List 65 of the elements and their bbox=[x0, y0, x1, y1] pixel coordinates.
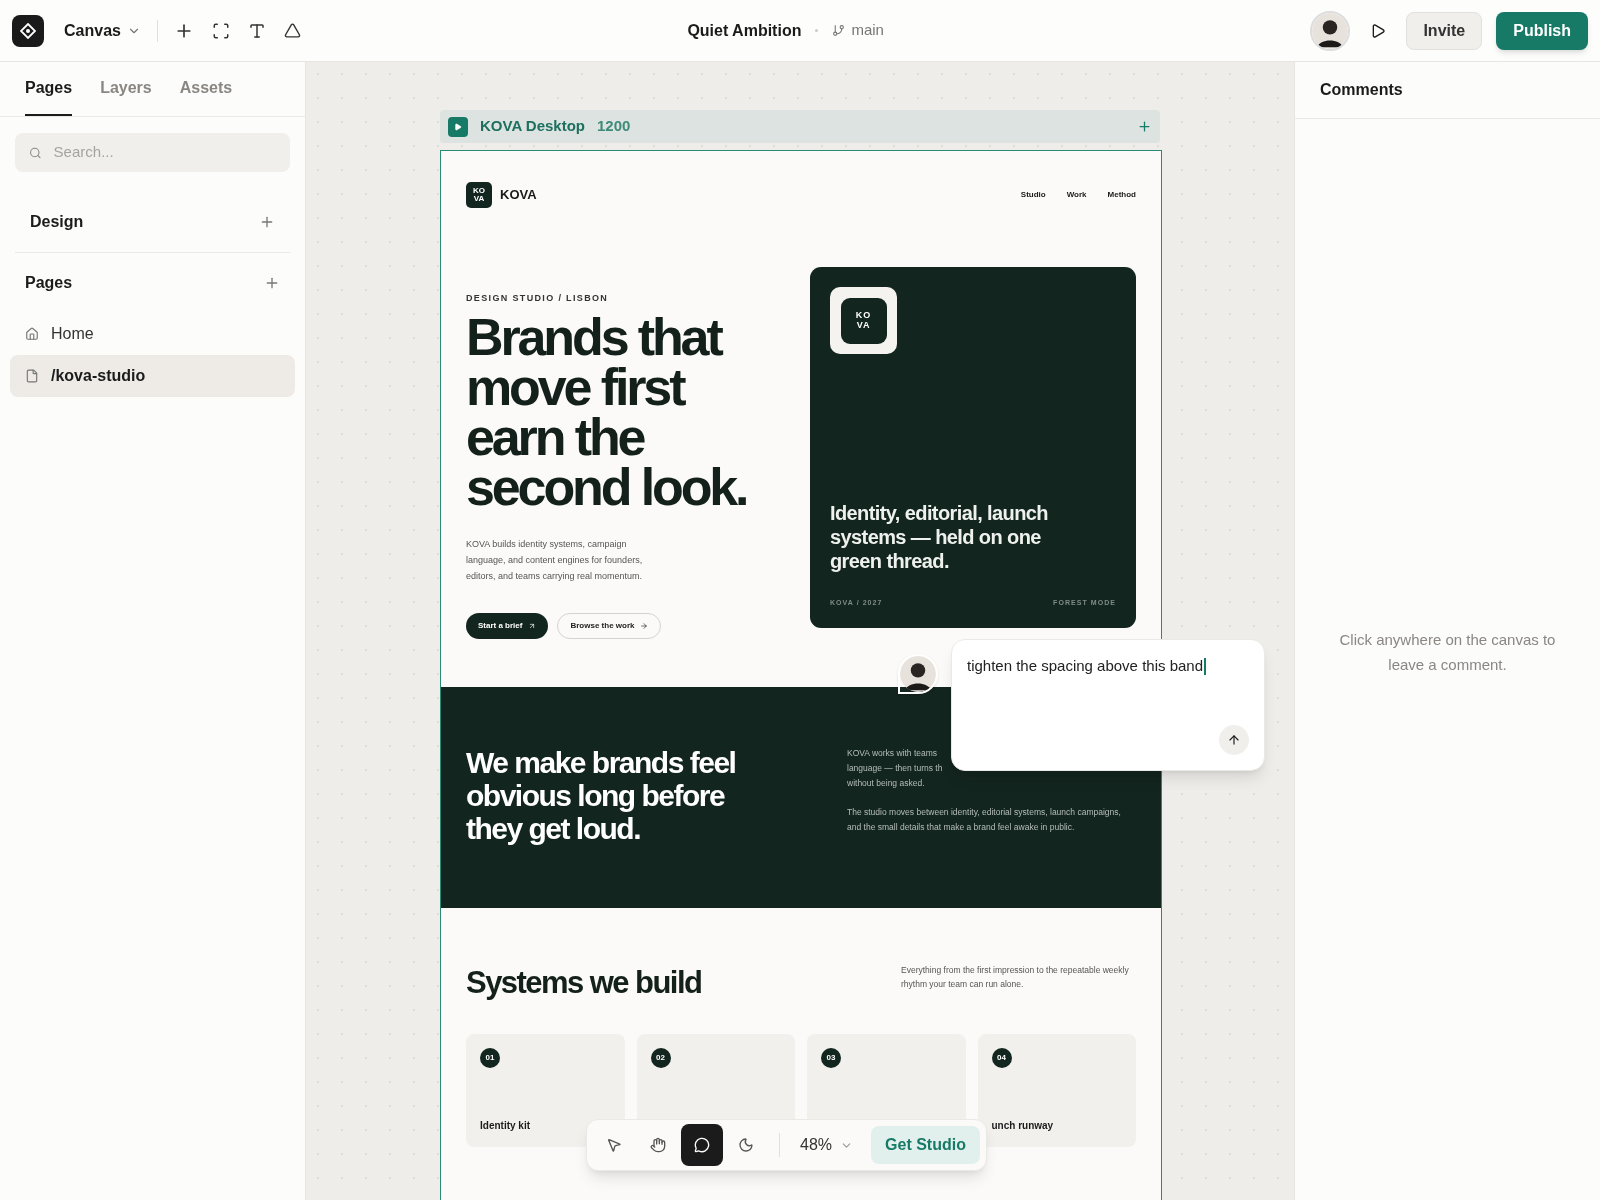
hand-icon bbox=[650, 1137, 666, 1153]
feature-text: Identity, editorial, launch systems — held on one green thread. bbox=[830, 500, 1049, 573]
search-icon bbox=[29, 145, 42, 160]
nav-link[interactable]: Method bbox=[1107, 189, 1136, 201]
section-title: Design bbox=[30, 212, 84, 232]
frame-width: 1200 bbox=[597, 116, 631, 137]
section-note: Everything from the first impression to the repeatable weekly rhythm your team can run alone. bbox=[901, 963, 1130, 991]
arrow-up-icon bbox=[1227, 733, 1241, 747]
play-icon bbox=[448, 116, 468, 137]
logo-mark: KO VA bbox=[466, 182, 492, 208]
home-icon bbox=[25, 327, 39, 341]
number-badge: 04 bbox=[991, 1048, 1012, 1068]
section-title: Pages bbox=[25, 273, 73, 293]
frame-label-bar[interactable]: KOVA Desktop 1200 bbox=[440, 110, 1160, 143]
band-heading: We make brands feel obvious long before they get loud. bbox=[466, 745, 737, 847]
send-button[interactable] bbox=[1219, 725, 1249, 755]
invite-button[interactable]: Invite bbox=[1406, 11, 1483, 50]
frame-icon[interactable] bbox=[211, 21, 230, 40]
app-logo-icon[interactable] bbox=[12, 14, 44, 47]
intro-text: KOVA builds identity systems, campaign language, and content engines for founders, editors, and teams carrying real momentum. bbox=[466, 537, 644, 583]
document-title: Quiet Ambition bbox=[687, 20, 802, 41]
empty-state-text: Click anywhere on the canvas to leave a comment. bbox=[1338, 630, 1557, 675]
nav-link[interactable]: Work bbox=[1066, 189, 1087, 201]
pointer-icon bbox=[606, 1137, 622, 1153]
number-badge: 01 bbox=[480, 1048, 500, 1068]
band-text: without being asked. bbox=[847, 776, 925, 790]
eyebrow: DESIGN STUDIO / LISBON bbox=[466, 292, 610, 305]
band-text: language — then turns th bbox=[847, 761, 943, 775]
nav-link[interactable]: Studio bbox=[1020, 189, 1046, 201]
file-icon bbox=[25, 369, 39, 383]
branch-icon bbox=[832, 24, 846, 37]
sidebar-tab[interactable]: Pages bbox=[25, 62, 73, 116]
search-field[interactable]: Search... bbox=[15, 133, 290, 172]
comment-input[interactable]: tighten the spacing above this band bbox=[967, 655, 1249, 678]
zoom-menu[interactable]: 48% bbox=[792, 1133, 862, 1157]
band-paragraph: The studio moves between identity, editorial systems, launch campaigns, and the small details that make a brand feel awake in public. bbox=[847, 805, 1122, 834]
publish-button[interactable]: Publish bbox=[1496, 11, 1588, 50]
primary-button[interactable]: Start a brief bbox=[466, 612, 549, 639]
number-badge: 02 bbox=[650, 1048, 671, 1068]
arrow-icon bbox=[528, 621, 537, 630]
branch-label[interactable]: main bbox=[832, 19, 884, 42]
moon-icon bbox=[738, 1137, 754, 1153]
logo-mark: KO VA bbox=[840, 297, 887, 344]
brand-name: KOVA bbox=[500, 186, 537, 205]
panel-title: Comments bbox=[1320, 80, 1403, 100]
text-icon[interactable] bbox=[247, 21, 266, 40]
comment-tool[interactable] bbox=[681, 1124, 723, 1166]
hero-heading: Brands that move first earn the second look. bbox=[466, 311, 748, 512]
page-item[interactable]: Home bbox=[10, 313, 295, 355]
arrow-icon bbox=[640, 621, 649, 630]
play-icon[interactable] bbox=[1370, 22, 1387, 39]
card-title: unch runway bbox=[991, 1119, 1054, 1133]
app-menu[interactable]: Canvas bbox=[64, 18, 141, 43]
section-heading: Systems we build bbox=[466, 963, 702, 1002]
card-title: Identity kit bbox=[480, 1119, 530, 1133]
comment-icon bbox=[694, 1137, 710, 1153]
shape-icon[interactable] bbox=[283, 22, 301, 39]
get-studio-button[interactable]: Get Studio bbox=[871, 1126, 980, 1164]
page-item[interactable]: /kova-studio bbox=[10, 355, 295, 397]
add-icon[interactable] bbox=[1137, 119, 1152, 134]
band-text: KOVA works with teams bbox=[847, 746, 938, 760]
search-input[interactable]: Search... bbox=[53, 141, 276, 164]
frame-name: KOVA Desktop bbox=[480, 116, 585, 137]
number-badge: 03 bbox=[821, 1048, 841, 1068]
avatar-icon bbox=[1312, 12, 1349, 49]
